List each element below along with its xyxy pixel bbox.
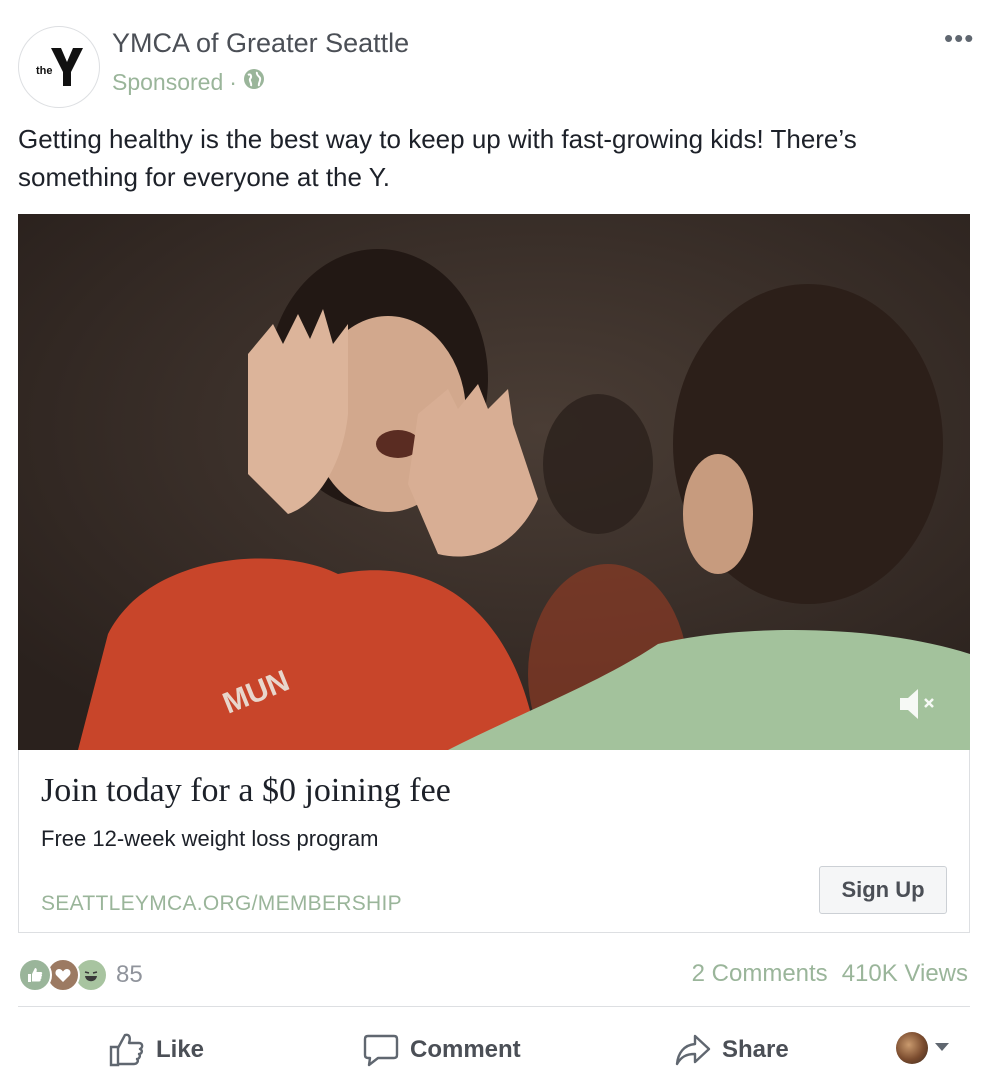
ymca-logo: the (36, 48, 83, 86)
engagement-stats: 2 Comments 410K Views (692, 960, 968, 988)
speech-bubble-icon (362, 1032, 400, 1068)
page-name[interactable]: YMCA of Greater Seattle (112, 28, 409, 59)
more-options-icon[interactable]: ••• (944, 25, 974, 51)
chevron-down-icon (934, 1039, 950, 1057)
globe-icon[interactable] (243, 68, 265, 96)
post-as-selector[interactable] (896, 1032, 950, 1064)
card-domain[interactable]: SEATTLEYMCA.ORG/MEMBERSHIP (41, 892, 402, 916)
thumbs-up-icon (108, 1032, 146, 1068)
sponsored-label[interactable]: Sponsored (112, 69, 223, 96)
viewer-avatar (896, 1032, 928, 1064)
like-label: Like (156, 1036, 205, 1063)
reaction-count: 85 (116, 961, 143, 988)
share-button[interactable]: Share (674, 1028, 789, 1072)
video-frame: MUN (18, 214, 970, 750)
video-player[interactable]: MUN (18, 214, 970, 750)
post-caption: Getting healthy is the best way to keep … (18, 124, 857, 192)
comments-count-link[interactable]: 2 Comments (692, 960, 828, 988)
comment-button[interactable]: Comment (362, 1028, 521, 1072)
page-avatar[interactable]: the (18, 26, 100, 108)
share-label: Share (722, 1036, 789, 1063)
share-arrow-icon (674, 1032, 712, 1068)
comment-label: Comment (410, 1036, 521, 1063)
mute-icon[interactable] (896, 684, 940, 724)
sponsored-post: the YMCA of Greater Seattle Sponsored · … (0, 0, 990, 1082)
meta-separator: · (229, 68, 237, 95)
post-meta: Sponsored · (112, 68, 265, 96)
like-button[interactable]: Like (108, 1028, 204, 1072)
card-description: Free 12-week weight loss program (41, 826, 379, 851)
like-reaction-icon (18, 958, 52, 992)
divider (18, 1006, 970, 1007)
card-headline[interactable]: Join today for a $0 joining fee (41, 772, 451, 810)
reactions-summary[interactable]: 85 (18, 958, 143, 992)
sign-up-button[interactable]: Sign Up (819, 866, 947, 914)
views-count[interactable]: 410K Views (842, 960, 968, 988)
link-card[interactable]: Join today for a $0 joining fee Free 12-… (18, 750, 970, 933)
svg-text:the: the (36, 65, 53, 77)
